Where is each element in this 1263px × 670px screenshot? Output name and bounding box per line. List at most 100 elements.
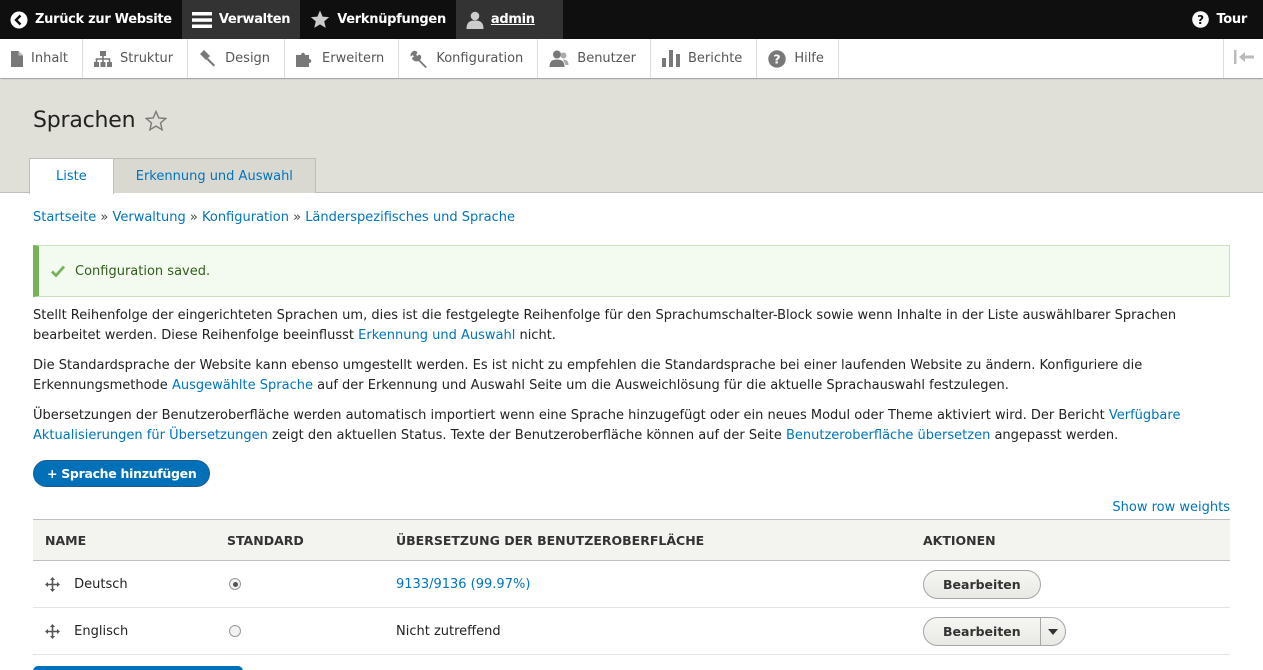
- svg-text:?: ?: [1198, 13, 1205, 27]
- bar-chart-icon: [661, 50, 680, 67]
- languages-table: Name Standard Übersetzung der Benutzerob…: [33, 519, 1230, 655]
- drag-handle-icon[interactable]: [45, 623, 60, 639]
- admin-toolbar: Zurück zur Website Verwalten Verknüpfung…: [0, 0, 1263, 39]
- breadcrumb-admin[interactable]: Verwaltung: [112, 210, 185, 225]
- tray-item-configuration[interactable]: Konfiguration: [399, 39, 539, 78]
- text: zeigt den aktuellen Status. Texte der Be…: [267, 428, 786, 443]
- breadcrumb-separator: »: [293, 210, 306, 225]
- actions-cell: Bearbeiten: [911, 560, 1230, 608]
- breadcrumb-separator: »: [189, 210, 202, 225]
- description-paragraph-3: Übersetzungen der Benutzeroberfläche wer…: [33, 406, 1233, 446]
- question-circle-icon: ?: [1192, 11, 1210, 28]
- text: Stellt Reihenfolge der eingerichteten Sp…: [33, 308, 1177, 343]
- breadcrumb-home[interactable]: Startseite: [33, 210, 96, 225]
- sitemap-icon: [94, 50, 112, 67]
- language-name-cell: Englisch: [33, 607, 215, 655]
- breadcrumb-config[interactable]: Konfiguration: [202, 210, 289, 225]
- manage-menu-button[interactable]: Verwalten: [181, 0, 301, 39]
- column-header-default: Standard: [215, 519, 384, 561]
- file-icon: [11, 50, 23, 67]
- translate-interface-link[interactable]: Benutzeroberfläche übersetzen: [786, 428, 990, 443]
- primary-tabs: Liste Erkennung und Auswahl: [29, 158, 316, 194]
- hamburger-icon: [191, 11, 212, 29]
- tray-item-reports[interactable]: Berichte: [651, 39, 758, 78]
- tray-item-label: Benutzer: [577, 51, 636, 66]
- status-message: Configuration saved.: [33, 245, 1230, 297]
- tray-item-extend[interactable]: Erweitern: [285, 39, 400, 78]
- language-name: Englisch: [74, 623, 129, 639]
- save-configuration-button[interactable]: [33, 666, 243, 670]
- add-shortcut-star-icon[interactable]: [145, 110, 168, 131]
- chevron-left-circle-icon: [10, 11, 28, 29]
- tray-item-label: Hilfe: [794, 51, 824, 66]
- tray-orientation-toggle[interactable]: [1223, 39, 1263, 78]
- tray-item-label: Inhalt: [31, 51, 68, 66]
- star-icon: [310, 10, 330, 29]
- tray-item-label: Struktur: [120, 51, 174, 66]
- column-header-actions: Aktionen: [911, 519, 1230, 561]
- translation-status-link[interactable]: 9133/9136 (99.97%): [396, 577, 530, 592]
- show-row-weights-link[interactable]: Show row weights: [1112, 500, 1230, 515]
- tray-item-content[interactable]: Inhalt: [0, 39, 83, 78]
- default-cell: [215, 607, 384, 655]
- language-name: Deutsch: [74, 576, 128, 592]
- help-icon: ?: [768, 49, 787, 68]
- text: nicht.: [515, 328, 556, 343]
- wrench-icon: [410, 50, 428, 68]
- puzzle-icon: [296, 51, 314, 67]
- svg-text:?: ?: [774, 51, 781, 66]
- translation-status-text: Nicht zutreffend: [396, 623, 501, 639]
- tab-list[interactable]: Liste: [29, 158, 114, 194]
- checkmark-icon: [51, 265, 65, 277]
- default-cell: [215, 560, 384, 608]
- description-paragraph-1: Stellt Reihenfolge der eingerichteten Sp…: [33, 306, 1233, 346]
- edit-dropbutton: Bearbeiten: [923, 616, 1066, 646]
- tray-item-design[interactable]: Design: [188, 39, 286, 78]
- back-to-site-label: Zurück zur Website: [35, 12, 172, 27]
- tray-item-label: Design: [225, 51, 271, 66]
- admin-tray: Inhalt Struktur Design Erweitern Konfigu…: [0, 39, 1263, 79]
- manage-label: Verwalten: [218, 12, 291, 27]
- shortcuts-menu-button[interactable]: Verknüpfungen: [300, 0, 456, 39]
- default-radio[interactable]: [229, 578, 241, 590]
- tab-detection-selection[interactable]: Erkennung und Auswahl: [112, 158, 316, 193]
- breadcrumb-regional-language[interactable]: Länderspezifisches und Sprache: [305, 210, 515, 225]
- selected-language-link[interactable]: Ausgewählte Sprache: [172, 378, 313, 393]
- column-header-translation: Übersetzung der Benutzeroberfläche: [384, 519, 911, 561]
- text: auf der Erkennung und Auswahl Seite um d…: [312, 378, 1009, 393]
- users-icon: [549, 50, 569, 67]
- edit-button[interactable]: Bearbeiten: [924, 617, 1041, 645]
- collapse-left-icon: [1233, 49, 1254, 68]
- default-radio[interactable]: [229, 625, 241, 637]
- breadcrumb-separator: »: [100, 210, 113, 225]
- tray-item-label: Erweitern: [322, 51, 385, 66]
- back-to-site-link[interactable]: Zurück zur Website: [0, 0, 182, 39]
- user-label: admin: [490, 12, 535, 27]
- tray-item-people[interactable]: Benutzer: [538, 39, 651, 78]
- description-paragraph-2: Die Standardsprache der Website kann ebe…: [33, 356, 1233, 396]
- page-title: Sprachen: [33, 108, 168, 133]
- brush-icon: [199, 50, 217, 67]
- add-language-button[interactable]: + Sprache hinzufügen: [33, 460, 211, 487]
- user-icon: [466, 11, 484, 29]
- edit-button[interactable]: Bearbeiten: [923, 569, 1041, 599]
- status-message-text: Configuration saved.: [75, 263, 211, 279]
- table-row: Englisch Nicht zutreffend Bearbeiten: [33, 607, 1230, 655]
- tour-label: Tour: [1216, 12, 1247, 27]
- tour-button[interactable]: ? Tour: [1182, 0, 1263, 39]
- drag-handle-icon[interactable]: [45, 576, 60, 592]
- language-name-cell: Deutsch: [33, 560, 215, 608]
- table-header-row: Name Standard Übersetzung der Benutzerob…: [33, 519, 1230, 561]
- text: Übersetzungen der Benutzeroberfläche wer…: [33, 408, 1109, 423]
- translation-cell: Nicht zutreffend: [384, 607, 911, 655]
- text: angepasst werden.: [990, 428, 1119, 443]
- tray-item-help[interactable]: ? Hilfe: [757, 39, 839, 78]
- breadcrumb: Startseite » Verwaltung » Konfiguration …: [33, 210, 515, 225]
- tray-item-structure[interactable]: Struktur: [83, 39, 189, 78]
- page-title-text: Sprachen: [33, 108, 136, 133]
- detection-selection-link[interactable]: Erkennung und Auswahl: [358, 328, 515, 343]
- column-header-name: Name: [33, 519, 215, 561]
- user-menu-button[interactable]: admin: [455, 0, 563, 39]
- dropbutton-toggle[interactable]: [1041, 618, 1065, 645]
- tray-item-label: Berichte: [687, 51, 743, 66]
